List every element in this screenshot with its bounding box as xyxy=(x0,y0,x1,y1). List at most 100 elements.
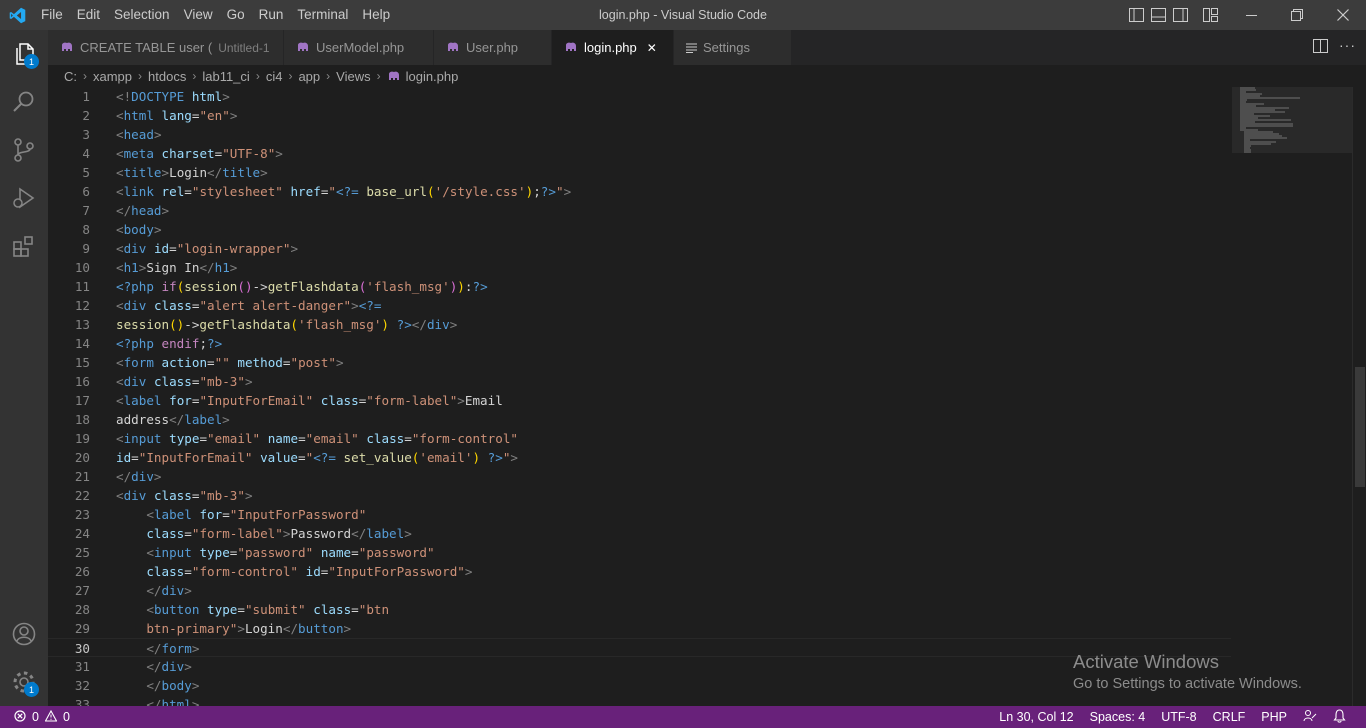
code-line[interactable]: 23 <label for="InputForPassword" xyxy=(48,505,1231,524)
tab-login-php[interactable]: login.php ✕ xyxy=(552,30,674,65)
scrollbar-thumb[interactable] xyxy=(1355,367,1365,487)
code-line[interactable]: 21 </div> xyxy=(48,467,1231,486)
code-line[interactable]: 30 </form> xyxy=(48,638,1231,657)
toggle-primary-sidebar-icon[interactable] xyxy=(1128,7,1145,24)
window-controls xyxy=(1228,0,1366,30)
toggle-secondary-sidebar-icon[interactable] xyxy=(1172,7,1189,24)
chevron-right-icon: › xyxy=(326,69,331,83)
more-actions-icon[interactable]: ··· xyxy=(1339,37,1356,53)
menu-terminal[interactable]: Terminal xyxy=(290,0,355,30)
explorer-icon[interactable]: 1 xyxy=(0,30,48,78)
code-text: <button type="submit" class="btn xyxy=(146,602,390,617)
editor-scrollbar[interactable] xyxy=(1352,87,1366,706)
toggle-panel-icon[interactable] xyxy=(1150,7,1167,24)
explorer-badge: 1 xyxy=(24,54,39,69)
breadcrumb-item[interactable]: xampp xyxy=(93,69,132,84)
language-mode[interactable]: PHP xyxy=(1253,710,1295,724)
code-line[interactable]: 9 <div id="login-wrapper"> xyxy=(48,239,1231,258)
close-window-icon[interactable] xyxy=(1320,0,1366,30)
tab-usermodel-php[interactable]: UserModel.php xyxy=(284,30,434,65)
feedback-icon[interactable] xyxy=(1295,709,1325,725)
code-editor[interactable]: 1 <!DOCTYPE html> 2 <html lang="en"> 3 <head>… xyxy=(48,87,1366,706)
end-of-line[interactable]: CRLF xyxy=(1205,710,1254,724)
menu-view[interactable]: View xyxy=(177,0,220,30)
minimize-icon[interactable] xyxy=(1228,0,1274,30)
code-line[interactable]: 26 class="form-control" id="InputForPass… xyxy=(48,562,1231,581)
menu-file[interactable]: File xyxy=(34,0,70,30)
breadcrumb-item[interactable]: ci4 xyxy=(266,69,283,84)
menu-edit[interactable]: Edit xyxy=(70,0,107,30)
code-line[interactable]: 10 <h1>Sign In</h1> xyxy=(48,258,1231,277)
code-line[interactable]: 17 <label for="InputForEmail" class="form… xyxy=(48,391,1231,410)
run-debug-icon[interactable] xyxy=(0,174,48,222)
code-line[interactable]: 6 <link rel="stylesheet" href="<?= base_u… xyxy=(48,182,1231,201)
breadcrumb-item[interactable]: C: xyxy=(64,69,77,84)
code-text: <html lang="en"> xyxy=(116,108,238,123)
tab-create-table-user[interactable]: CREATE TABLE user (Untitled-1 xyxy=(48,30,284,65)
code-line[interactable]: 5 <title>Login</title> xyxy=(48,163,1231,182)
tab-settings[interactable]: Settings xyxy=(674,30,792,65)
code-line[interactable]: 13 session()->getFlashdata('flash_msg') ?… xyxy=(48,315,1231,334)
tab-user-php[interactable]: User.php xyxy=(434,30,552,65)
line-number: 1 xyxy=(82,89,90,104)
cursor-position[interactable]: Ln 30, Col 12 xyxy=(991,710,1081,724)
restore-icon[interactable] xyxy=(1274,0,1320,30)
search-icon[interactable] xyxy=(0,78,48,126)
code-line[interactable]: 18 address</label> xyxy=(48,410,1231,429)
split-editor-icon[interactable] xyxy=(1313,39,1328,56)
code-line[interactable]: 28 <button type="submit" class="btn xyxy=(48,600,1231,619)
customize-layout-icon[interactable] xyxy=(1202,7,1219,24)
code-line[interactable]: 29 btn-primary">Login</button> xyxy=(48,619,1231,638)
line-number: 10 xyxy=(74,260,90,275)
code-line[interactable]: 2 <html lang="en"> xyxy=(48,106,1231,125)
menu-help[interactable]: Help xyxy=(355,0,397,30)
code-line[interactable]: 1 <!DOCTYPE html> xyxy=(48,87,1231,106)
line-number: 13 xyxy=(74,317,90,332)
code-text: id="InputForEmail" value="<?= set_value(… xyxy=(116,450,519,465)
watermark-subtitle: Go to Settings to activate Windows. xyxy=(1073,676,1302,692)
extensions-icon[interactable] xyxy=(0,222,48,270)
code-line[interactable]: 7 </head> xyxy=(48,201,1231,220)
minimap[interactable] xyxy=(1232,87,1352,706)
minimap-viewport[interactable] xyxy=(1232,87,1352,153)
code-line[interactable]: 31 </div> xyxy=(48,657,1231,676)
source-control-icon[interactable] xyxy=(0,126,48,174)
indentation[interactable]: Spaces: 4 xyxy=(1082,710,1154,724)
code-line[interactable]: 22 <div class="mb-3"> xyxy=(48,486,1231,505)
close-tab-icon[interactable]: ✕ xyxy=(647,41,657,55)
breadcrumb-item[interactable]: lab11_ci xyxy=(202,69,249,84)
notifications-bell-icon[interactable] xyxy=(1325,708,1354,726)
code-line[interactable]: 24 class="form-label">Password</label> xyxy=(48,524,1231,543)
breadcrumb-item[interactable]: app xyxy=(298,69,320,84)
code-line[interactable]: 16 <div class="mb-3"> xyxy=(48,372,1231,391)
breadcrumb-item[interactable]: login.php xyxy=(406,69,459,84)
code-line[interactable]: 14 <?php endif;?> xyxy=(48,334,1231,353)
code-line[interactable]: 20 id="InputForEmail" value="<?= set_valu… xyxy=(48,448,1231,467)
problems-status[interactable]: 0 0 xyxy=(14,709,70,725)
code-line[interactable]: 15 <form action="" method="post"> xyxy=(48,353,1231,372)
code-line[interactable]: 8 <body> xyxy=(48,220,1231,239)
code-line[interactable]: 11 <?php if(session()->getFlashdata('flas… xyxy=(48,277,1231,296)
code-line[interactable]: 4 <meta charset="UTF-8"> xyxy=(48,144,1231,163)
elephant-icon xyxy=(387,71,401,82)
breadcrumb-item[interactable]: Views xyxy=(336,69,370,84)
code-line[interactable]: 25 <input type="password" name="password… xyxy=(48,543,1231,562)
line-number: 6 xyxy=(82,184,90,199)
code-line[interactable]: 12 <div class="alert alert-danger"><?= xyxy=(48,296,1231,315)
chevron-right-icon: › xyxy=(255,69,260,83)
line-number: 32 xyxy=(74,678,90,693)
manage-gear-icon[interactable]: 1 xyxy=(0,658,48,706)
menu-go[interactable]: Go xyxy=(220,0,252,30)
accounts-icon[interactable] xyxy=(0,610,48,658)
breadcrumb-item[interactable]: htdocs xyxy=(148,69,186,84)
menu-run[interactable]: Run xyxy=(252,0,291,30)
code-line[interactable]: 33 </html> xyxy=(48,695,1231,706)
code-text: <label for="InputForEmail" class="form-l… xyxy=(116,393,503,408)
encoding[interactable]: UTF-8 xyxy=(1153,710,1204,724)
code-line[interactable]: 3 <head> xyxy=(48,125,1231,144)
menu-selection[interactable]: Selection xyxy=(107,0,177,30)
code-line[interactable]: 27 </div> xyxy=(48,581,1231,600)
code-line[interactable]: 32 </body> xyxy=(48,676,1231,695)
code-line[interactable]: 19 <input type="email" name="email" class… xyxy=(48,429,1231,448)
warning-icon xyxy=(44,709,58,725)
